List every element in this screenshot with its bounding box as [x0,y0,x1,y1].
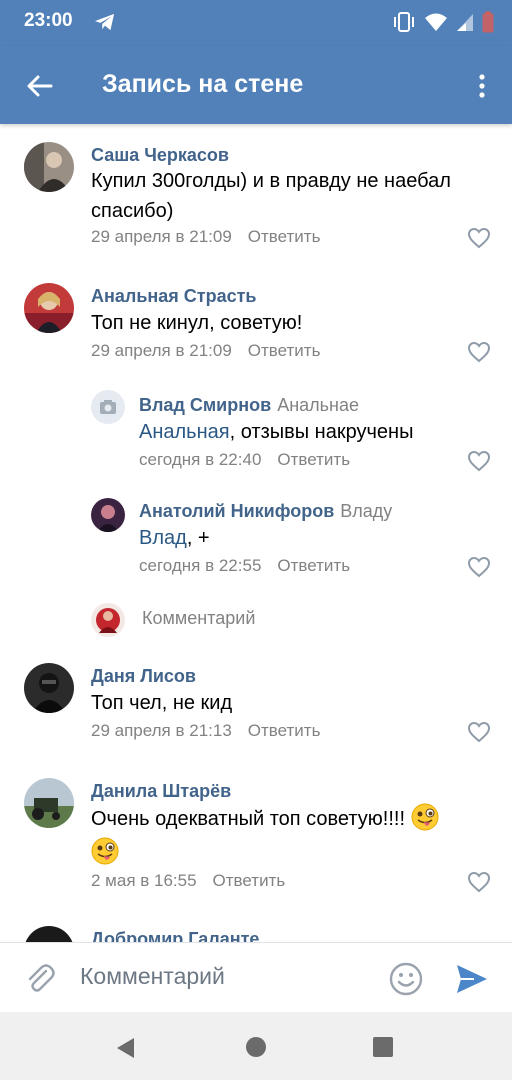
comment-author[interactable]: Анальная Страсть [91,286,256,307]
comment-author[interactable]: Даня Лисов [91,666,196,687]
avatar[interactable] [24,778,74,828]
comment-item: Саша Черкасов Купил 300голды) и в правду… [0,124,512,259]
comment-author[interactable]: Данила Штарёв [91,781,231,802]
reply-input-placeholder: Комментарий [142,608,256,628]
reply-text: , + [186,527,210,549]
arrow-left-icon [27,75,53,97]
comment-item: Даня Лисов Топ чел, не кид 29 апреля в 2… [0,649,512,759]
paperclip-icon[interactable] [22,961,58,997]
reply-author[interactable]: Влад Смирнов [139,395,271,415]
mention-link[interactable]: Влад [139,527,187,549]
reply-to: Анальнае [277,395,359,415]
avatar [91,603,125,637]
comment-meta: 29 апреля в 21:09 Ответить [91,227,320,247]
comment-date: 29 апреля в 21:13 [91,721,232,740]
comment-meta: 2 мая в 16:55 Ответить [91,871,285,891]
comment-meta: 29 апреля в 21:09 Ответить [91,341,320,361]
telegram-icon [95,13,115,31]
comment-date: 29 апреля в 21:09 [91,227,232,246]
avatar[interactable] [24,283,74,333]
wifi-icon [425,13,447,31]
avatar[interactable] [91,498,125,532]
status-time: 23:00 [24,10,73,31]
comment-author[interactable]: Саша Черкасов [91,145,229,166]
system-nav-bar [0,1012,512,1080]
nav-home-icon[interactable] [246,1037,266,1057]
avatar-placeholder[interactable] [91,390,125,424]
avatar[interactable] [24,926,74,942]
comment-meta: 29 апреля в 21:13 Ответить [91,721,320,741]
avatar[interactable] [24,142,74,192]
more-vertical-icon [479,74,485,98]
reply-item: Анатолий Никифоров Владу Влад, + сегодня … [0,479,512,589]
reply-author[interactable]: Анатолий Никифоров [139,501,334,521]
comment-item: Анальная Страсть Топ не кинул, советую! … [0,259,512,369]
mention-link[interactable]: Анальная [139,421,230,443]
comment-date: сегодня в 22:40 [139,450,262,469]
comment-text: Очень одекватный топ советую!!!! [91,803,439,834]
comment-text: Топ чел, не кид [91,692,233,714]
winking-tongue-emoji-icon [411,803,439,831]
comment-author: Анатолий Никифоров Владу [139,501,392,522]
comment-date: сегодня в 22:55 [139,556,262,575]
camera-icon [100,400,116,414]
comment-author[interactable]: Добромир Галанте [91,929,259,942]
comment-author: Влад Смирнов Анальнае [139,395,359,416]
comment-date: 2 мая в 16:55 [91,871,197,890]
reply-comment-input[interactable]: Комментарий [0,600,512,640]
reply-button[interactable]: Ответить [277,556,350,575]
reply-button[interactable]: Ответить [248,721,321,740]
heart-icon[interactable] [467,556,491,578]
comment-meta: сегодня в 22:55 Ответить [139,556,350,576]
avatar[interactable] [24,663,74,713]
more-button[interactable] [470,68,494,104]
heart-icon[interactable] [467,871,491,893]
battery-icon [482,11,494,33]
signal-icon [457,14,473,31]
reply-button[interactable]: Ответить [277,450,350,469]
page-title: Запись на стене [102,70,304,98]
comment-text: Анальная, отзывы накручены [139,417,413,447]
comment-text: Влад, + [139,523,210,553]
screen: 23:00 Запись на стене Саша Черкасов Купи… [0,0,512,1080]
comment-text-content: Очень одекватный топ советую!!!! [91,808,406,830]
heart-icon[interactable] [467,341,491,363]
comments-list: Саша Черкасов Купил 300голды) и в правду… [0,124,512,942]
winking-tongue-emoji-icon [91,837,119,865]
reply-to: Владу [340,501,393,521]
comment-text: Купил 300голды) и в правду не наебал [91,170,451,192]
nav-back-icon[interactable] [114,1036,138,1060]
comment-text: спасибо) [91,200,174,222]
reply-text: , отзывы накручены [229,421,414,443]
comment-item: Данила Штарёв Очень одекватный топ совет… [0,764,512,914]
comment-meta: сегодня в 22:40 Ответить [139,450,350,470]
heart-icon[interactable] [467,721,491,743]
back-button[interactable] [20,66,60,106]
nav-recents-icon[interactable] [373,1037,393,1057]
reply-button[interactable]: Ответить [213,871,286,890]
reply-button[interactable]: Ответить [248,227,321,246]
comment-item: Добромир Галанте [0,914,512,942]
comment-input[interactable]: Комментарий [80,963,225,990]
comment-date: 29 апреля в 21:09 [91,341,232,360]
smile-icon[interactable] [388,961,424,997]
toolbar: Запись на стене [0,46,512,124]
status-icons [392,9,494,35]
heart-icon[interactable] [467,227,491,249]
reply-button[interactable]: Ответить [248,341,321,360]
send-icon[interactable] [454,961,490,997]
heart-icon[interactable] [467,450,491,472]
comment-text: Топ не кинул, советую! [91,312,303,334]
status-bar: 23:00 [0,0,512,46]
comment-emoji-line [91,837,119,865]
vibrate-icon [394,12,414,32]
reply-item: Влад Смирнов Анальнае Анальная, отзывы на… [0,369,512,479]
comment-composer: Комментарий [0,942,512,1012]
